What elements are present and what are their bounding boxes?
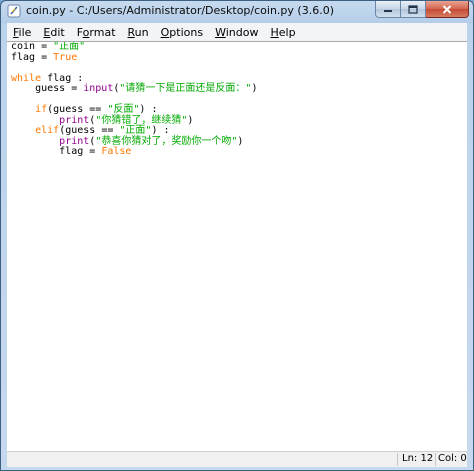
status-bar: Ln: 12 Col: 0 <box>7 451 467 467</box>
column-number: Col: 0 <box>438 453 467 464</box>
close-button[interactable] <box>426 1 469 18</box>
menu-item-window[interactable]: Window <box>209 26 258 39</box>
maximize-button[interactable] <box>401 1 426 18</box>
code-line: guess = input("请猜一下是正面还是反面：") <box>11 83 258 94</box>
code-editor[interactable]: coin = "正面"flag = True​while flag : gues… <box>7 41 467 451</box>
maximize-icon <box>408 4 418 14</box>
menu-item-run[interactable]: Run <box>122 26 149 39</box>
title-bar[interactable]: coin.py - C:/Users/Administrator/Desktop… <box>1 1 473 22</box>
menu-item-edit[interactable]: Edit <box>37 26 64 39</box>
minimize-button[interactable] <box>375 1 401 18</box>
code-text[interactable]: coin = "正面"flag = True​while flag : gues… <box>11 42 257 158</box>
menu-item-format[interactable]: Format <box>71 26 116 39</box>
minimize-icon <box>384 10 392 12</box>
python-feather-icon <box>7 4 21 18</box>
menu-item-file[interactable]: File <box>7 26 31 39</box>
line-number: Ln: 12 <box>402 453 434 464</box>
caption-buttons <box>375 1 469 19</box>
menu-bar: File Edit Format Run Options Window Help <box>7 23 467 42</box>
menu-item-options[interactable]: Options <box>155 26 203 39</box>
code-line: flag = False <box>11 146 132 157</box>
close-icon <box>442 4 452 14</box>
status-divider <box>397 453 398 466</box>
code-line: flag = True <box>11 51 78 63</box>
window-title: coin.py - C:/Users/Administrator/Desktop… <box>26 4 334 17</box>
menu-item-help[interactable]: Help <box>264 26 295 39</box>
idle-editor-window: coin.py - C:/Users/Administrator/Desktop… <box>0 0 474 471</box>
status-divider <box>435 453 436 466</box>
